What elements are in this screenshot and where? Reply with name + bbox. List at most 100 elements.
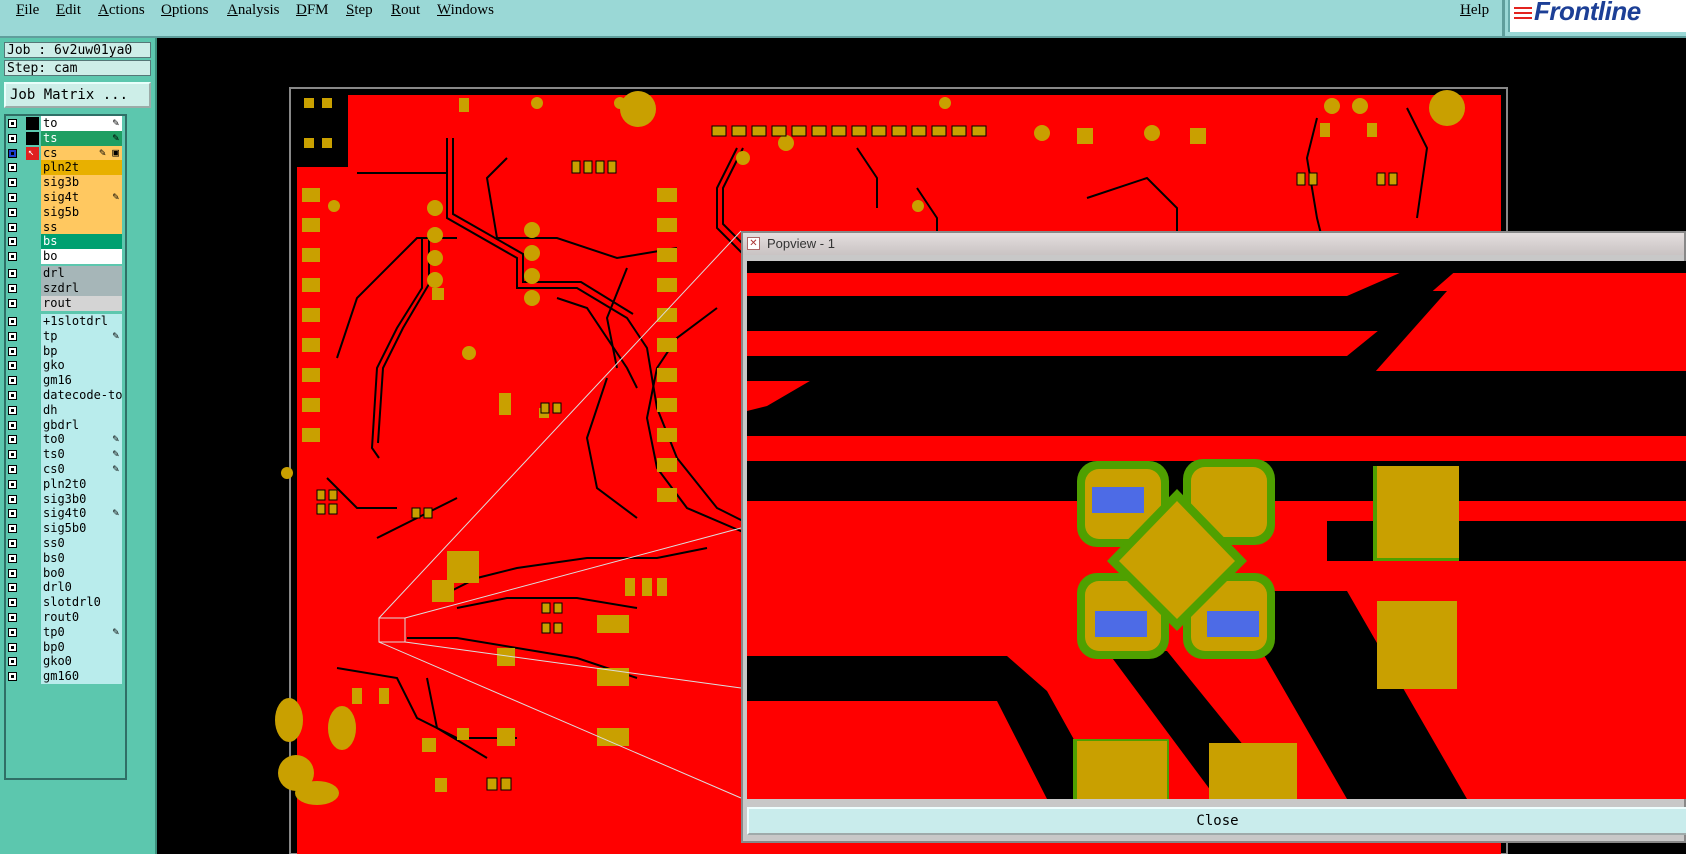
affected-arrow-icon[interactable] xyxy=(26,581,39,594)
layer-row-sig4t[interactable]: sig4t ✎ xyxy=(4,190,122,205)
layer-checkbox[interactable] xyxy=(8,133,17,143)
affected-arrow-icon[interactable] xyxy=(26,507,39,520)
affected-arrow-icon[interactable] xyxy=(26,611,39,624)
layer-row-gm160[interactable]: gm160 xyxy=(4,669,122,685)
layer-row-sig4t0[interactable]: sig4t0 ✎ xyxy=(4,506,122,522)
layer-row-gko0[interactable]: gko0 xyxy=(4,654,122,670)
layer-checkbox[interactable] xyxy=(8,613,17,622)
affected-arrow-icon[interactable] xyxy=(26,359,39,372)
layer-row-ts0[interactable]: ts0 ✎ xyxy=(4,447,122,463)
layer-row-datecode-to[interactable]: datecode-to xyxy=(4,388,122,403)
affected-arrow-icon[interactable] xyxy=(26,374,39,387)
menu-help[interactable]: Help xyxy=(1460,0,1489,20)
layer-row-cs[interactable]: ↖ cs ✎ ▣ xyxy=(4,145,122,161)
layer-checkbox[interactable] xyxy=(8,252,17,262)
layer-checkbox[interactable] xyxy=(8,283,17,293)
menu-step[interactable]: Step xyxy=(346,0,373,20)
layer-row-ss0[interactable]: ss0 xyxy=(4,536,122,551)
affected-arrow-icon[interactable]: ↖ xyxy=(26,146,39,160)
layer-checkbox[interactable] xyxy=(8,376,17,386)
menu-actions[interactable]: Actions xyxy=(98,0,145,20)
layer-checkbox[interactable] xyxy=(8,405,17,415)
layer-row-slotdrl0[interactable]: slotdrl0 xyxy=(4,595,122,611)
layer-checkbox[interactable] xyxy=(8,148,17,158)
affected-arrow-icon[interactable] xyxy=(26,282,39,295)
layer-row-+1slotdrl[interactable]: +1slotdrl xyxy=(4,314,122,329)
layer-row-bo0[interactable]: bo0 xyxy=(4,565,122,581)
layer-checkbox[interactable] xyxy=(8,193,17,202)
layer-row-rout0[interactable]: rout0 xyxy=(4,610,122,625)
affected-arrow-icon[interactable] xyxy=(26,117,39,130)
layer-row-drl[interactable]: drl xyxy=(4,266,122,281)
layer-checkbox[interactable] xyxy=(8,346,17,356)
affected-arrow-icon[interactable] xyxy=(26,552,39,565)
affected-arrow-icon[interactable] xyxy=(26,567,39,580)
layer-row-bp0[interactable]: bp0 xyxy=(4,639,122,655)
layer-row-sig5b0[interactable]: sig5b0 xyxy=(4,521,122,537)
layer-row-tp0[interactable]: tp0 ✎ xyxy=(4,624,122,640)
layer-checkbox[interactable] xyxy=(8,237,17,247)
layer-checkbox[interactable] xyxy=(8,627,17,637)
layer-checkbox[interactable] xyxy=(8,509,17,519)
layer-row-sig3b[interactable]: sig3b xyxy=(4,175,122,191)
affected-arrow-icon[interactable] xyxy=(26,655,39,668)
layer-row-szdrl[interactable]: szdrl xyxy=(4,280,122,296)
menu-options[interactable]: Options xyxy=(161,0,209,20)
layer-row-sig3b0[interactable]: sig3b0 xyxy=(4,491,122,507)
affected-arrow-icon[interactable] xyxy=(26,626,39,639)
affected-arrow-icon[interactable] xyxy=(26,221,39,234)
layer-row-drl0[interactable]: drl0 xyxy=(4,580,122,596)
menu-file[interactable]: File xyxy=(16,0,39,20)
affected-arrow-icon[interactable] xyxy=(26,267,39,280)
affected-arrow-icon[interactable] xyxy=(26,235,39,248)
layer-checkbox[interactable] xyxy=(8,494,17,504)
affected-arrow-icon[interactable] xyxy=(26,433,39,446)
layer-checkbox[interactable] xyxy=(8,465,17,474)
affected-arrow-icon[interactable] xyxy=(26,522,39,535)
layer-checkbox[interactable] xyxy=(8,598,17,608)
layer-row-gbdrl[interactable]: gbdrl xyxy=(4,417,122,433)
affected-arrow-icon[interactable] xyxy=(26,389,39,402)
layer-checkbox[interactable] xyxy=(8,539,17,548)
layer-checkbox[interactable] xyxy=(8,420,17,430)
affected-arrow-icon[interactable] xyxy=(26,404,39,417)
layer-row-ss[interactable]: ss xyxy=(4,219,122,235)
layer-checkbox[interactable] xyxy=(8,642,17,652)
layer-row-to0[interactable]: to0 ✎ xyxy=(4,432,122,448)
layer-checkbox[interactable] xyxy=(8,553,17,563)
layer-checkbox[interactable] xyxy=(8,207,17,217)
affected-arrow-icon[interactable] xyxy=(26,596,39,609)
menu-windows[interactable]: Windows xyxy=(437,0,494,20)
affected-arrow-icon[interactable] xyxy=(26,315,39,328)
layer-row-bp[interactable]: bp xyxy=(4,343,122,359)
popview-zoom-view[interactable] xyxy=(747,261,1686,799)
affected-arrow-icon[interactable] xyxy=(26,330,39,343)
affected-arrow-icon[interactable] xyxy=(26,206,39,219)
menu-dfm[interactable]: DFM xyxy=(296,0,329,20)
affected-arrow-icon[interactable] xyxy=(26,463,39,476)
layer-row-rout[interactable]: rout xyxy=(4,295,122,311)
layer-checkbox[interactable] xyxy=(8,479,17,489)
layer-checkbox[interactable] xyxy=(8,331,17,341)
layer-checkbox[interactable] xyxy=(8,269,17,278)
layer-row-cs0[interactable]: cs0 ✎ xyxy=(4,462,122,477)
layer-checkbox[interactable] xyxy=(8,222,17,232)
layer-row-sig5b[interactable]: sig5b xyxy=(4,204,122,220)
menu-rout[interactable]: Rout xyxy=(391,0,420,20)
layer-checkbox[interactable] xyxy=(8,583,17,593)
layer-checkbox[interactable] xyxy=(8,317,17,326)
affected-arrow-icon[interactable] xyxy=(26,191,39,204)
close-icon[interactable]: ✕ xyxy=(747,237,760,250)
layer-checkbox[interactable] xyxy=(8,568,17,578)
affected-arrow-icon[interactable] xyxy=(26,419,39,432)
affected-arrow-icon[interactable] xyxy=(26,537,39,550)
affected-arrow-icon[interactable] xyxy=(26,478,39,491)
affected-arrow-icon[interactable] xyxy=(26,297,39,310)
affected-arrow-icon[interactable] xyxy=(26,670,39,683)
layer-checkbox[interactable] xyxy=(8,524,17,534)
layer-checkbox[interactable] xyxy=(8,178,17,188)
popview-titlebar[interactable]: ✕ Popview - 1 xyxy=(743,233,1684,255)
layer-row-bs0[interactable]: bs0 xyxy=(4,550,122,566)
layer-row-tp[interactable]: tp ✎ xyxy=(4,328,122,344)
affected-arrow-icon[interactable] xyxy=(26,448,39,461)
